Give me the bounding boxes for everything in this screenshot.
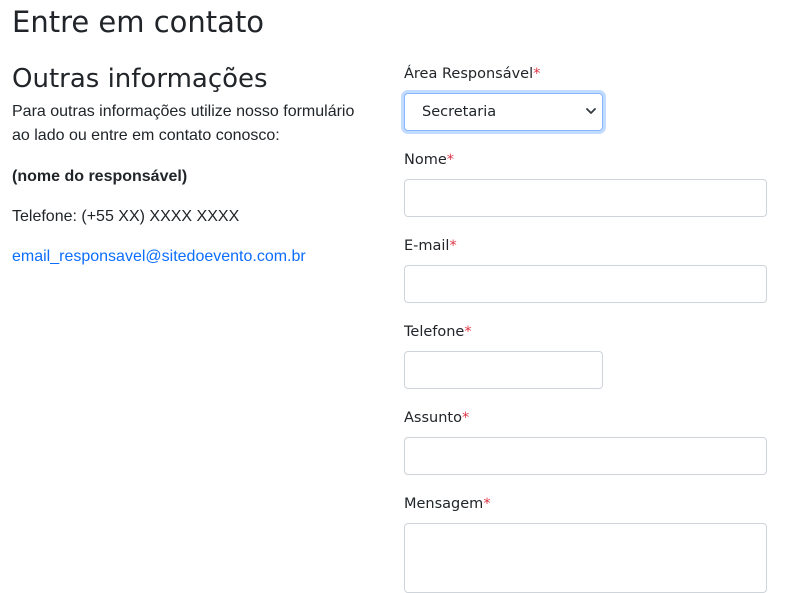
email-label: E-mail* bbox=[404, 238, 457, 254]
subject-input[interactable] bbox=[404, 437, 767, 475]
name-label: Nome* bbox=[404, 152, 455, 168]
required-marker: * bbox=[533, 66, 541, 82]
required-marker: * bbox=[464, 324, 472, 340]
contact-email-link[interactable]: email_responsavel@sitedoevento.com.br bbox=[12, 245, 306, 269]
contact-phone: Telefone: (+55 XX) XXXX XXXX bbox=[12, 208, 240, 225]
phone-field: Telefone* bbox=[404, 321, 603, 389]
area-label: Área Responsável* bbox=[404, 66, 541, 82]
required-marker: * bbox=[461, 410, 470, 426]
required-marker: * bbox=[446, 152, 455, 168]
message-textarea[interactable] bbox=[404, 523, 767, 593]
other-info-description: Para outras informações utilize nosso fo… bbox=[12, 103, 355, 144]
chevron-down-icon bbox=[586, 108, 596, 114]
email-input[interactable] bbox=[404, 265, 767, 303]
phone-input[interactable] bbox=[404, 351, 603, 389]
area-select-value: Secretaria bbox=[422, 104, 497, 120]
required-marker: * bbox=[449, 238, 457, 254]
area-field: Área Responsável* Secretaria bbox=[404, 63, 603, 131]
page-title: Entre em contato bbox=[12, 5, 265, 39]
message-label: Mensagem* bbox=[404, 496, 491, 512]
responsible-name: (nome do responsável) bbox=[12, 168, 188, 185]
name-input[interactable] bbox=[404, 179, 767, 217]
other-info-section: Outras informações Para outras informaçõ… bbox=[12, 60, 382, 269]
name-field: Nome* bbox=[404, 149, 767, 217]
subject-label: Assunto* bbox=[404, 410, 470, 426]
other-info-title: Outras informações bbox=[12, 64, 268, 94]
message-field: Mensagem* bbox=[404, 493, 767, 593]
required-marker: * bbox=[483, 496, 491, 512]
area-select[interactable]: Secretaria bbox=[404, 93, 603, 131]
email-field: E-mail* bbox=[404, 235, 767, 303]
phone-label: Telefone* bbox=[404, 324, 472, 340]
subject-field: Assunto* bbox=[404, 407, 767, 475]
